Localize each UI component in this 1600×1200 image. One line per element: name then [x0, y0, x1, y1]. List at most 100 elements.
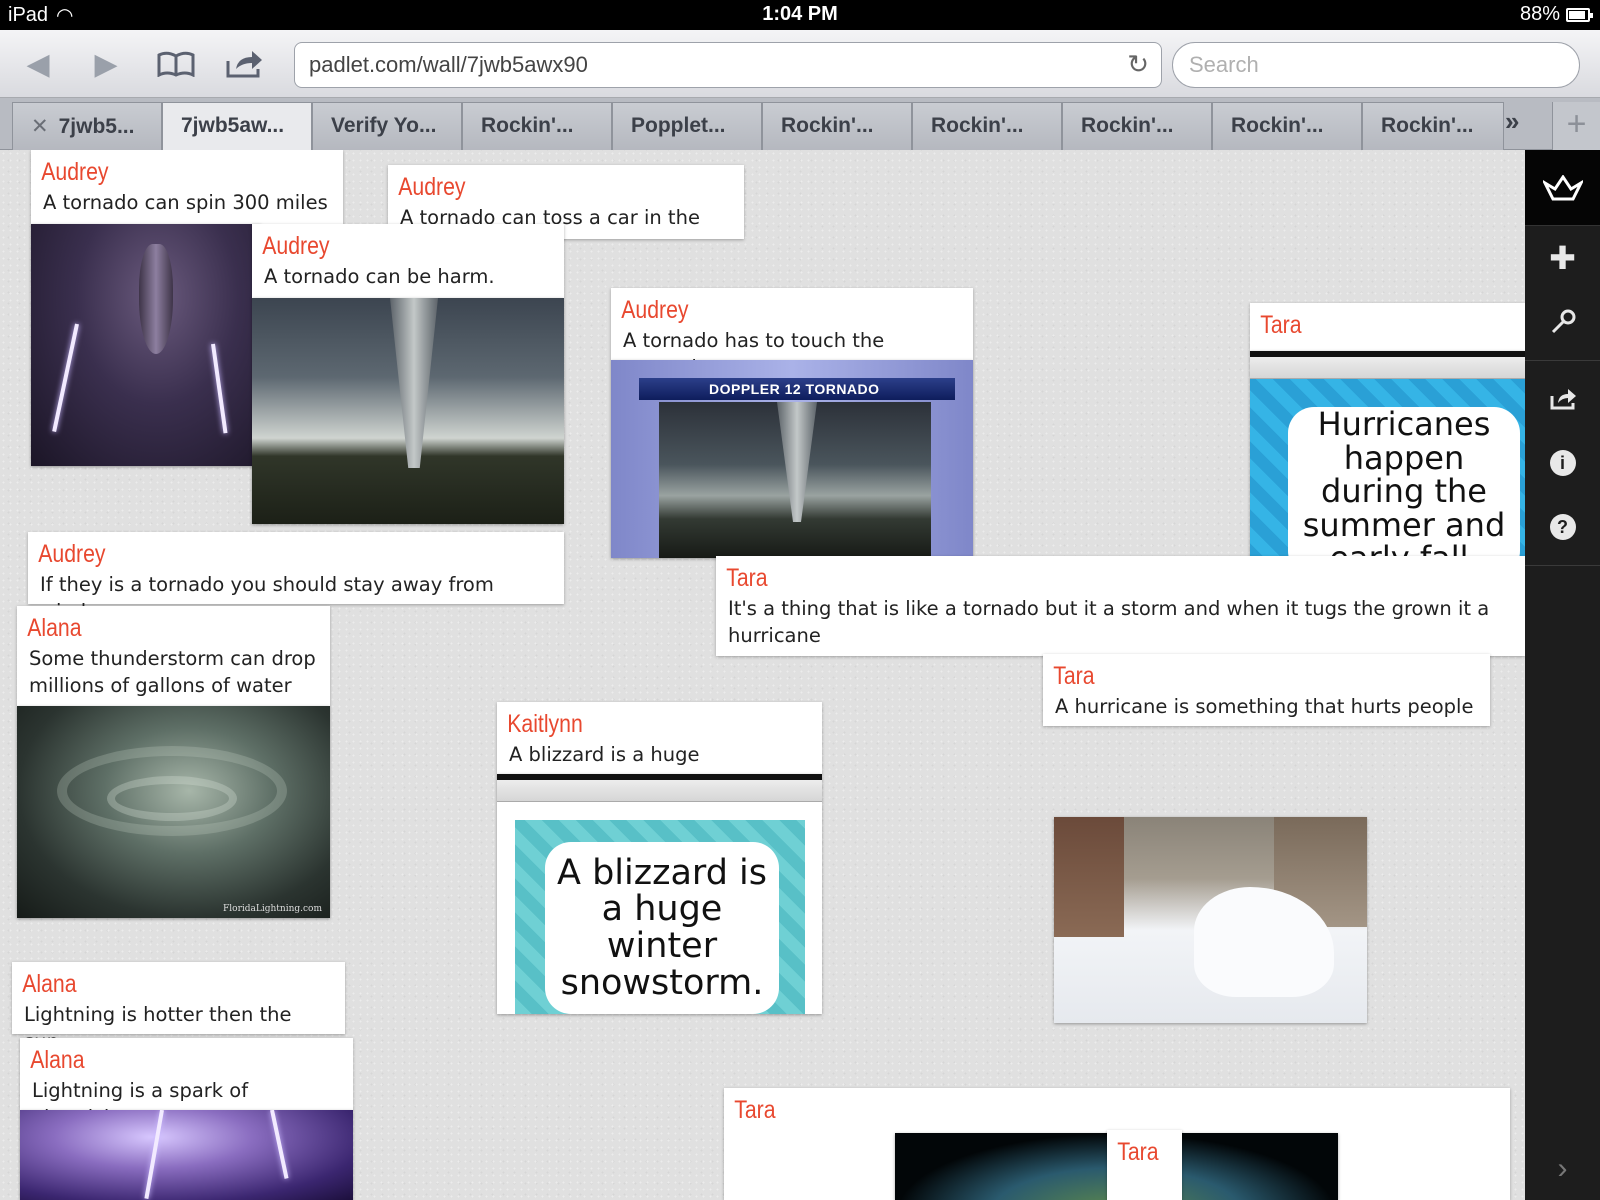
tab-label: Rockin'... — [781, 114, 874, 137]
tab[interactable]: Rockin'... — [912, 102, 1062, 150]
tab[interactable]: Rockin'... — [1212, 102, 1362, 150]
post-text: A hurricane is something that hurts peop… — [1055, 695, 1474, 718]
tab-overflow-button[interactable]: » — [1505, 106, 1519, 137]
post-author: Tara — [1117, 1138, 1159, 1166]
post-author: Alana — [30, 1046, 85, 1074]
tab-label: Rockin'... — [1381, 114, 1474, 137]
post-card[interactable]: Alana Lightning is hotter then the sun. — [12, 962, 345, 1053]
tab-label: Rockin'... — [1081, 114, 1174, 137]
post-author: Audrey — [262, 232, 330, 260]
tornado-funnel — [139, 244, 173, 354]
share-icon[interactable] — [222, 44, 266, 84]
supercell-storm-photo[interactable]: FloridaLightning.com — [17, 706, 330, 918]
screenshot-browser-bar — [497, 774, 822, 802]
padlet-logo-icon[interactable] — [1525, 150, 1600, 226]
tab[interactable]: ✕ 7jwb5... — [12, 102, 162, 150]
post-text: A tornado can spin 300 miles — [43, 191, 328, 214]
photo-credit: FloridaLightning.com — [223, 904, 322, 914]
post-card[interactable]: Audrey A tornado can be harm. — [252, 224, 564, 298]
blizzard-sign-background: A blizzard is a huge winter snowstorm. — [515, 820, 805, 1014]
tab[interactable]: Rockin'... — [462, 102, 612, 150]
chevron-right-icon[interactable]: › — [1525, 1152, 1600, 1186]
post-author: Tara — [1053, 662, 1095, 690]
tab-label: 7jwb5... — [58, 115, 135, 138]
screenshot-browser-bar — [1250, 351, 1525, 379]
post-author: Audrey — [398, 173, 466, 201]
building — [1054, 817, 1124, 937]
post-card[interactable]: Audrey If they is a tornado you should s… — [28, 532, 564, 623]
tab-label: Rockin'... — [931, 114, 1024, 137]
tab[interactable]: Rockin'... — [762, 102, 912, 150]
tab-bar: ✕ 7jwb5... 7jwb5aw... Verify Yo... Rockin… — [0, 98, 1600, 150]
padlet-wall[interactable]: Audrey A tornado can spin 300 miles Audr… — [0, 150, 1525, 1200]
tornado-funnel — [390, 298, 438, 468]
tab[interactable]: Popplet... — [612, 102, 762, 150]
snowy-street-photo[interactable] — [1054, 817, 1367, 1023]
battery-icon — [1566, 7, 1593, 22]
tornado-video-frame — [659, 402, 931, 558]
padlet-sidebar: ✚ i ? › — [1525, 150, 1600, 1200]
reload-icon[interactable]: ↻ — [1127, 49, 1149, 80]
post-author: Kaitlynn — [507, 710, 583, 738]
tab[interactable]: 7jwb5aw... — [162, 102, 312, 150]
lightning-bolt — [144, 1110, 164, 1199]
doppler-caption: DOPPLER 12 TORNADO — [639, 378, 955, 400]
status-right: 88% — [1519, 3, 1593, 26]
tab[interactable]: Verify Yo... — [312, 102, 462, 150]
battery-percent: 88% — [1519, 3, 1560, 25]
tab-label: 7jwb5aw... — [181, 114, 285, 137]
browser-toolbar: ◀ ▶ padlet.com/wall/7jwb5awx90 ↻ Search — [0, 30, 1600, 98]
post-card[interactable]: Alana Some thunderstorm can drop million… — [17, 606, 330, 706]
tornado-lightning-photo[interactable] — [31, 224, 261, 466]
tab-label: Verify Yo... — [331, 114, 437, 137]
status-bar: iPad ◠ 1:04 PM 88% — [0, 0, 1600, 30]
lightning-bolt — [270, 1110, 289, 1179]
post-author: Alana — [27, 614, 82, 642]
forward-arrow-icon[interactable]: ▶ — [84, 44, 128, 84]
tab[interactable]: Rockin'... — [1062, 102, 1212, 150]
post-card[interactable]: Audrey A tornado can spin 300 miles — [31, 150, 343, 224]
search-placeholder: Search — [1189, 52, 1259, 77]
post-card[interactable]: Audrey A tornado has to touch the gounnd — [611, 288, 973, 379]
post-author: Audrey — [41, 158, 109, 186]
post-card[interactable]: Tara — [1107, 1130, 1182, 1200]
tornado-funnel — [777, 402, 817, 522]
post-author: Tara — [726, 564, 768, 592]
hurricane-sign-text: Hurricanes happen during the summer and … — [1288, 407, 1520, 577]
bookmarks-book-icon[interactable] — [154, 44, 198, 84]
post-author: Alana — [22, 970, 77, 998]
settings-wrench-icon[interactable] — [1525, 290, 1600, 354]
tab[interactable]: Rockin'... — [1362, 102, 1504, 150]
post-card[interactable]: Tara A hurricane is something that hurts… — [1043, 654, 1490, 726]
post-author: Audrey — [38, 540, 106, 568]
back-arrow-icon[interactable]: ◀ — [16, 44, 60, 84]
blizzard-sign-text: A blizzard is a huge winter snowstorm. — [545, 842, 779, 1014]
tab-label: Popplet... — [631, 114, 726, 137]
post-text: Some thunderstorm can drop millions of g… — [29, 647, 316, 697]
add-post-icon[interactable]: ✚ — [1525, 226, 1600, 290]
search-field[interactable]: Search — [1172, 42, 1580, 88]
tab-close-icon[interactable]: ✕ — [31, 115, 49, 138]
doppler-tornado-photo[interactable]: DOPPLER 12 TORNADO — [611, 360, 973, 558]
url-field[interactable]: padlet.com/wall/7jwb5awx90 ↻ — [294, 42, 1162, 88]
storm-spiral — [107, 776, 237, 821]
post-card[interactable]: Tara It's a thing that is like a tornado… — [716, 556, 1525, 656]
post-card[interactable]: Alana Lightning is a spark of electricit… — [20, 1038, 353, 1129]
help-icon[interactable]: ? — [1525, 495, 1600, 559]
lightning-photo[interactable] — [20, 1110, 353, 1200]
blizzard-sign-screenshot[interactable]: A blizzard is a huge winter snowstorm. — [497, 774, 822, 1014]
status-time: 1:04 PM — [762, 3, 838, 25]
share-wall-icon[interactable] — [1525, 367, 1600, 431]
post-text: A tornado can be harm. — [264, 265, 495, 288]
post-card[interactable]: Tara — [1250, 303, 1525, 351]
info-icon[interactable]: i — [1525, 431, 1600, 495]
sidebar-divider — [1525, 565, 1600, 566]
hurricane-sign-screenshot[interactable]: Hurricanes happen during the summer and … — [1250, 351, 1525, 577]
post-text: It's a thing that is like a tornado but … — [728, 597, 1490, 647]
post-card[interactable]: Kaitlynn A blizzard is a huge snowstorm. — [497, 702, 822, 793]
sidebar-divider — [1525, 360, 1600, 361]
new-tab-button[interactable]: + — [1552, 102, 1600, 150]
lightning-bolt — [52, 323, 79, 433]
post-author: Tara — [734, 1096, 776, 1124]
tornado-photo[interactable] — [252, 298, 564, 524]
